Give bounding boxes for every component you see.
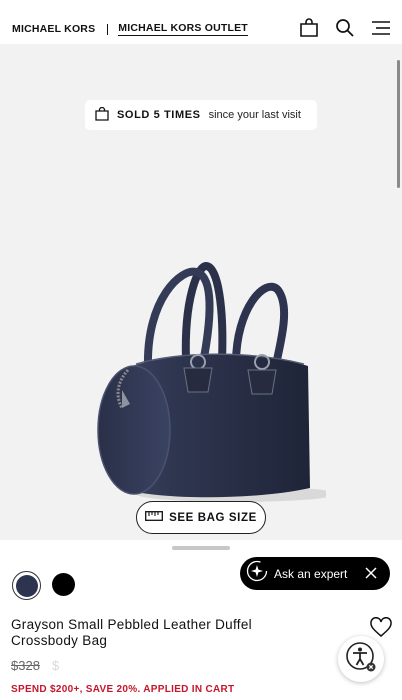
product-image xyxy=(86,258,336,513)
brand-link-michael-kors[interactable]: MICHAEL KORS xyxy=(12,23,95,35)
brand-link-outlet[interactable]: MICHAEL KORS OUTLET xyxy=(118,22,248,36)
brand-divider xyxy=(107,23,109,35)
ruler-icon xyxy=(145,511,164,524)
sparkle-icon xyxy=(246,560,268,587)
sold-count-banner: SOLD 5 TIMES since your last visit xyxy=(85,100,317,130)
promo-message: SPEND $200+, SAVE 20%. APPLIED IN CART xyxy=(11,684,235,695)
color-swatch-navy[interactable] xyxy=(12,571,41,600)
sale-price: $ xyxy=(52,658,60,673)
color-swatch-navy-fill xyxy=(15,574,38,597)
shopping-bag-icon xyxy=(95,106,109,124)
shopping-bag-icon[interactable] xyxy=(298,16,320,40)
original-price: $328 xyxy=(11,658,40,673)
ask-expert-label: Ask an expert xyxy=(274,566,348,581)
close-icon[interactable] xyxy=(364,566,378,580)
heart-icon[interactable] xyxy=(370,616,392,639)
see-bag-size-button[interactable]: SEE BAG SIZE xyxy=(136,501,266,534)
color-swatch-black[interactable] xyxy=(52,573,75,596)
accessibility-icon xyxy=(344,640,378,679)
accessibility-button[interactable] xyxy=(338,636,384,682)
see-bag-size-label: SEE BAG SIZE xyxy=(169,511,257,524)
ask-expert-button[interactable]: Ask an expert xyxy=(240,557,390,590)
sold-count-text: SOLD 5 TIMES xyxy=(117,109,201,121)
page-scrollbar[interactable] xyxy=(397,60,400,188)
search-icon[interactable] xyxy=(334,16,356,40)
gallery-pager-indicator xyxy=(172,546,230,550)
sold-since-text: since your last visit xyxy=(208,109,301,121)
header-icon-group xyxy=(298,16,392,40)
product-title: Grayson Small Pebbled Leather Duffel Cro… xyxy=(11,617,252,648)
menu-icon[interactable] xyxy=(370,16,392,40)
